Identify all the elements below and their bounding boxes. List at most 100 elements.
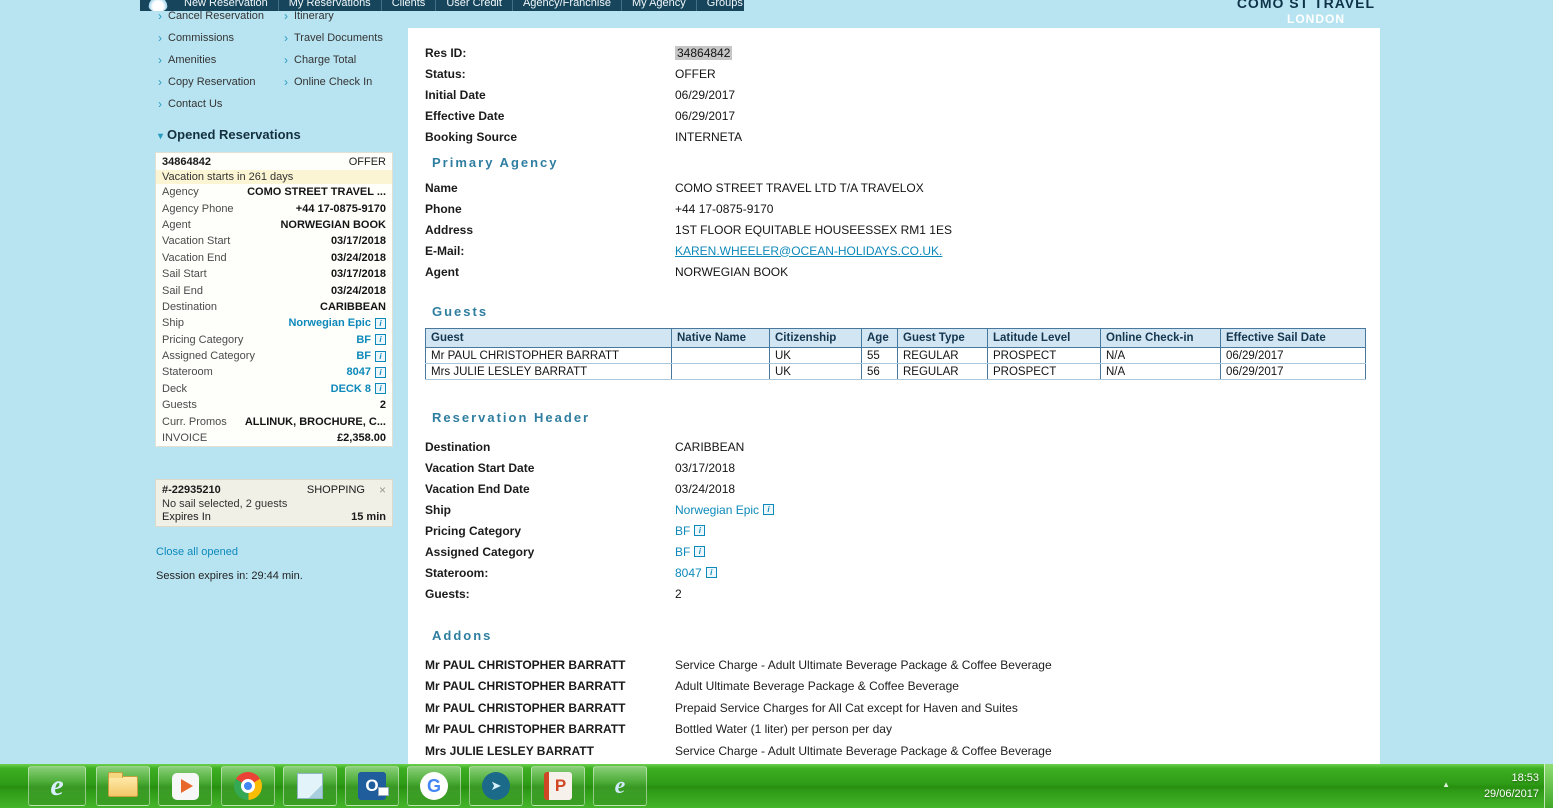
taskbar-internet-explorer-button[interactable]: e — [28, 766, 86, 806]
taskbar-clock[interactable]: 18:53 29/06/2017 — [1484, 770, 1539, 802]
quick-links-column-1: › Cancel Reservation › Commissions › Amenit… — [158, 5, 282, 115]
reservation-card-row: Assigned Category BF i — [156, 348, 392, 364]
field-label: Destination — [425, 439, 491, 454]
field-value-text: COMO STREET TRAVEL LTD T/A TRAVELOX — [675, 180, 924, 195]
card-row-label: Vacation Start — [162, 235, 231, 248]
close-icon[interactable]: × — [379, 483, 386, 497]
sidebar-link-label: Copy Reservation — [168, 76, 256, 88]
session-expiry-text: Session expires in: 29:44 min. — [156, 570, 303, 582]
opened-reservation-card[interactable]: 34864842 OFFER Vacation starts in 261 da… — [155, 152, 393, 448]
opened-reservations-header[interactable]: ▾ Opened Reservations — [158, 127, 301, 142]
info-icon[interactable]: i — [375, 383, 386, 395]
media-player-icon — [171, 772, 199, 800]
shopping-id: #-22935210 — [162, 484, 221, 496]
guest-name-cell: Mrs JULIE LESLEY BARRATT — [425, 363, 672, 380]
taskbar-send-arrow-button[interactable]: ➤ — [469, 766, 523, 806]
info-icon[interactable]: i — [375, 366, 386, 378]
info-icon[interactable]: i — [694, 546, 706, 557]
show-desktop-button[interactable] — [1544, 764, 1553, 808]
card-row-value: CARIBBEAN — [320, 300, 386, 313]
field-value: 06/29/2017 — [675, 109, 735, 123]
card-row-value-wrap: ALLINUK, BROCHURE, C... — [245, 416, 386, 428]
info-icon[interactable]: i — [375, 334, 386, 346]
taskbar-chrome-button[interactable] — [221, 766, 275, 806]
field-value: COMO STREET TRAVEL LTD T/A TRAVELOX — [675, 181, 924, 195]
field-value-text: +44 17-0875-9170 — [675, 201, 774, 216]
info-icon[interactable]: i — [375, 350, 386, 362]
info-icon[interactable]: i — [763, 504, 775, 515]
field-label: Effective Date — [425, 108, 505, 123]
info-icon[interactable]: i — [705, 567, 717, 578]
reservation-card-row: Deck DECK 8 i — [156, 381, 392, 397]
info-icon[interactable]: i — [375, 317, 386, 329]
sidebar-link-label: Travel Documents — [294, 32, 383, 44]
sidebar-link[interactable]: › Commissions — [158, 27, 282, 49]
guests-column-header: Latitude Level — [987, 328, 1101, 348]
field-value-text: 8047 — [675, 565, 702, 580]
card-row-value: 8047 — [346, 366, 371, 379]
guest-citizenship-cell: UK — [769, 347, 862, 364]
taskbar-media-player-button[interactable] — [158, 766, 212, 806]
guest-latitude-cell: PROSPECT — [987, 363, 1101, 380]
field-value-text: 34864842 — [675, 45, 733, 60]
guest-name-cell: Mr PAUL CHRISTOPHER BARRATT — [425, 347, 672, 364]
sidebar-link[interactable]: › Contact Us — [158, 93, 282, 115]
field-value-text: OFFER — [675, 66, 716, 81]
taskbar-file-explorer-button[interactable] — [96, 766, 150, 806]
taskbar-google-button[interactable]: G — [407, 766, 461, 806]
field-value: BF i — [675, 545, 706, 559]
shopping-card-header: #-22935210 SHOPPING × — [162, 483, 386, 497]
field-label: Phone — [425, 201, 462, 216]
card-row-label: Sail End — [162, 284, 203, 297]
taskbar-sticky-notes-button[interactable] — [283, 766, 337, 806]
card-row-label: Stateroom — [162, 366, 213, 379]
sidebar-link[interactable]: › Travel Documents — [284, 27, 402, 49]
sidebar-link[interactable]: › Online Check In — [284, 71, 402, 93]
close-all-opened-link[interactable]: Close all opened — [156, 546, 238, 558]
opened-reservations-title: Opened Reservations — [167, 127, 301, 142]
addon-description: Adult Ultimate Beverage Package & Coffee… — [675, 679, 959, 694]
info-icon[interactable]: i — [694, 525, 706, 536]
taskbar-outlook-button[interactable]: O — [345, 766, 399, 806]
taskbar-powerpoint-button[interactable]: P — [531, 766, 585, 806]
sidebar-link[interactable]: › Itinerary — [284, 5, 402, 27]
sidebar-link[interactable]: › Copy Reservation — [158, 71, 282, 93]
card-row-label: Pricing Category — [162, 333, 244, 346]
nav-menu-item[interactable]: User Credit — [436, 0, 513, 11]
field-label: E-Mail: — [425, 243, 465, 258]
field-label: Res ID: — [425, 45, 467, 60]
sidebar-link[interactable]: › Amenities — [158, 49, 282, 71]
shopping-cart-card[interactable]: #-22935210 SHOPPING × No sail selected, … — [155, 479, 393, 527]
card-row-value: Norwegian Epic — [288, 317, 371, 330]
tray-expand-icon[interactable]: ▲ — [1442, 780, 1450, 789]
card-row-value-wrap: 8047 i — [347, 366, 386, 378]
guest-native-name-cell — [671, 363, 770, 380]
field-value-text: 06/29/2017 — [675, 87, 736, 102]
nav-menu-item[interactable]: Groups — [697, 0, 744, 11]
reservation-header-field-row: Vacation Start Date 03/17/2018 — [425, 457, 1380, 478]
field-label: Booking Source — [425, 129, 518, 144]
card-row-label: Curr. Promos — [162, 415, 227, 428]
sidebar-link-label: Commissions — [168, 32, 235, 44]
addon-guest-name: Mr PAUL CHRISTOPHER BARRATT — [425, 657, 626, 672]
card-row-value: £2,358.00 — [337, 432, 386, 445]
field-value: INTERNETA — [675, 130, 742, 144]
sidebar-link[interactable]: › Charge Total — [284, 49, 402, 71]
shopping-expiry-row: Expires In 15 min — [162, 511, 386, 523]
field-value: NORWEGIAN BOOK — [675, 265, 788, 279]
taskbar-internet-explorer-2-button[interactable]: e — [593, 766, 647, 806]
send-arrow-icon: ➤ — [482, 772, 510, 800]
sidebar-link-label: Contact Us — [168, 98, 223, 110]
detail-field-row: Effective Date 06/29/2017 — [425, 105, 1380, 126]
reservation-card-row: Stateroom 8047 i — [156, 364, 392, 380]
section-title-reservation-header: Reservation Header — [432, 410, 591, 425]
card-row-value-wrap: 03/17/2018 — [331, 268, 386, 280]
nav-menu-item[interactable]: My Agency — [622, 0, 697, 11]
nav-menu-item[interactable]: Agency/Franchise — [513, 0, 622, 11]
field-value: KAREN.WHEELER@OCEAN-HOLIDAYS.CO.UK. — [675, 244, 942, 258]
sidebar-link[interactable]: › Cancel Reservation — [158, 5, 282, 27]
guests-column-header: Effective Sail Date — [1220, 328, 1366, 348]
guest-native-name-cell — [671, 347, 770, 364]
section-title-guests: Guests — [432, 304, 489, 319]
card-row-value: 2 — [379, 399, 386, 412]
